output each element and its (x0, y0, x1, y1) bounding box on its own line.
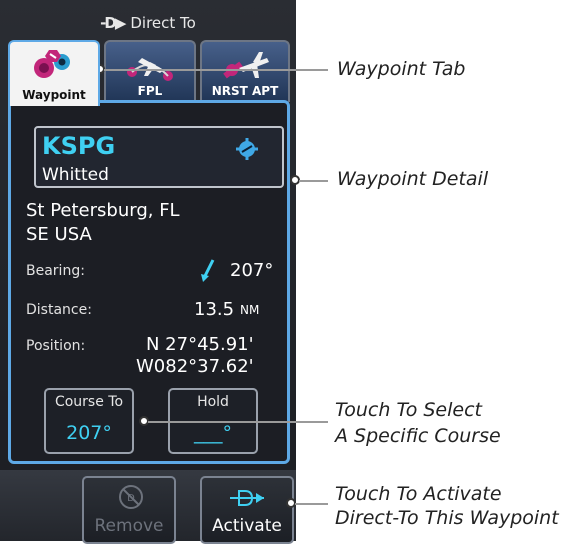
flight-plan-icon (127, 58, 173, 81)
page-title: Direct To (130, 14, 196, 32)
course-to-button[interactable]: Course To 207° (44, 388, 134, 454)
remove-label: Remove (94, 516, 164, 536)
tab-fpl[interactable]: FPL (104, 40, 196, 102)
waypoint-tab-callout-line (104, 69, 328, 71)
hold-label: Hold (197, 394, 229, 410)
tab-label: FPL (137, 84, 163, 98)
callout-course-line1: Touch To Select (335, 399, 482, 421)
course-to-value: 207° (66, 422, 112, 444)
title-bar: -D▶ Direct To (0, 10, 296, 36)
svg-text:D: D (127, 493, 135, 504)
callout-activate-line2: Direct-To This Waypoint (335, 507, 559, 529)
callout-waypoint-tab: Waypoint Tab (337, 58, 466, 80)
waypoint-tab-icon (34, 50, 70, 78)
distance-label: Distance: (26, 302, 92, 318)
tab-nrst-apt[interactable]: NRST APT (200, 40, 290, 102)
position-longitude: W082°37.62' (136, 356, 254, 377)
direct-to-icon: -D▶ (100, 14, 126, 32)
bearing-value: 207° (230, 260, 274, 281)
waypoint-detail-callout-line (299, 180, 328, 182)
direct-to-screen: -D▶ Direct To Waypoint FPL NRST APT KSPG… (0, 0, 296, 544)
bearing-label: Bearing: (26, 263, 85, 279)
waypoint-ident: KSPG (42, 132, 116, 160)
callout-activate-line1: Touch To Activate (335, 483, 502, 505)
position-latitude: N 27°45.91' (146, 334, 254, 355)
activate-button[interactable]: Activate (200, 476, 294, 544)
tab-bar: Waypoint FPL NRST APT (8, 40, 290, 106)
position-label: Position: (26, 338, 86, 354)
waypoint-city: St Petersburg, FL (26, 200, 180, 221)
tab-label: Waypoint (22, 88, 86, 102)
distance-unit: NM (240, 303, 260, 317)
remove-button[interactable]: D Remove (82, 476, 176, 544)
activate-label: Activate (212, 516, 282, 536)
course-to-label: Course To (54, 394, 124, 410)
nearest-airport-icon (223, 52, 269, 79)
callout-course-line2: A Specific Course (335, 425, 501, 447)
activate-direct-to-icon (230, 490, 264, 506)
activate-callout-line (295, 503, 328, 505)
bearing-arrow-icon (201, 259, 215, 282)
waypoint-identifier-button[interactable]: KSPG Whitted (34, 126, 284, 188)
airport-symbol-icon (236, 138, 258, 160)
tab-label: NRST APT (211, 84, 279, 98)
bottom-button-bar: D Remove Activate (0, 470, 296, 544)
remove-direct-to-icon: D (119, 485, 143, 509)
course-callout-line (148, 421, 328, 423)
distance-value: 13.5 (194, 299, 235, 320)
callout-waypoint-detail: Waypoint Detail (337, 168, 489, 190)
hold-value: ___° (194, 422, 232, 444)
waypoint-name: Whitted (42, 165, 109, 185)
waypoint-region: SE USA (26, 224, 92, 245)
tab-waypoint[interactable]: Waypoint (8, 40, 100, 106)
